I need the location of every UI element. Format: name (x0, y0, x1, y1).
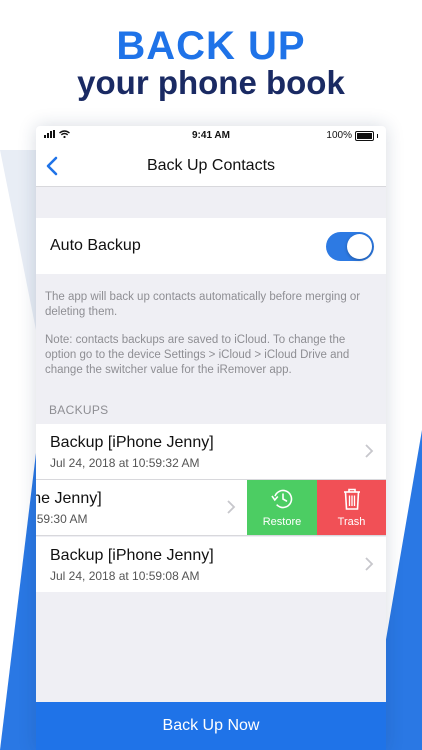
back-up-now-button[interactable]: Back Up Now (36, 702, 386, 750)
history-icon (271, 489, 293, 509)
auto-backup-label: Auto Backup (50, 237, 141, 254)
backup-date: Jul 24, 2018 at 10:59:08 AM (50, 569, 200, 583)
status-right: 100% (326, 130, 378, 141)
trash-label: Trash (337, 516, 366, 528)
battery-icon (355, 130, 374, 141)
phone-screen: 9:41 AM 100% Back Up Contacts Auto Backu… (36, 126, 386, 750)
backup-row[interactable]: Backup [iPhone Jenny] Jul 24, 2018 at 10… (36, 537, 386, 592)
hero-subtitle: your phone book (77, 64, 345, 101)
nav-title: Back Up Contacts (146, 157, 276, 174)
battery-percent: 100% (326, 130, 352, 141)
backup-name: Backup [iPhone Jenny] (50, 434, 214, 451)
backup-name: Backup [iPhone Jenny] (36, 490, 102, 507)
chevron-right-icon (365, 444, 374, 458)
auto-backup-toggle[interactable] (326, 232, 374, 261)
trash-button[interactable]: Trash (317, 480, 386, 535)
backup-date: Jul 24, 2018 at 10:59:30 AM (36, 512, 88, 526)
chevron-right-icon (365, 557, 374, 571)
status-bar: 9:41 AM 100% (36, 126, 386, 146)
auto-backup-info-text: The app will back up contacts automatica… (45, 291, 361, 318)
backup-date: Jul 24, 2018 at 10:59:32 AM (50, 456, 200, 470)
backup-row-swiped[interactable]: Backup [iPhone Jenny] Jul 24, 2018 at 10… (36, 480, 386, 536)
toggle-knob (347, 234, 372, 259)
restore-button[interactable]: Restore (247, 480, 317, 535)
auto-backup-row: Auto Backup (36, 218, 386, 274)
backup-name: Backup [iPhone Jenny] (50, 547, 214, 564)
backups-section-header: BACKUPS (49, 403, 109, 417)
restore-label: Restore (262, 516, 302, 528)
hero-title: BACK UP (116, 24, 306, 68)
nav-bar: Back Up Contacts (36, 146, 386, 187)
icloud-note-text: Note: contacts backups are saved to iClo… (45, 334, 350, 376)
swiped-content: Backup [iPhone Jenny] Jul 24, 2018 at 10… (36, 480, 246, 535)
chevron-right-icon (227, 500, 236, 514)
battery-tip (377, 133, 378, 138)
backup-row[interactable]: Backup [iPhone Jenny] Jul 24, 2018 at 10… (36, 424, 386, 480)
trash-icon (343, 488, 360, 510)
